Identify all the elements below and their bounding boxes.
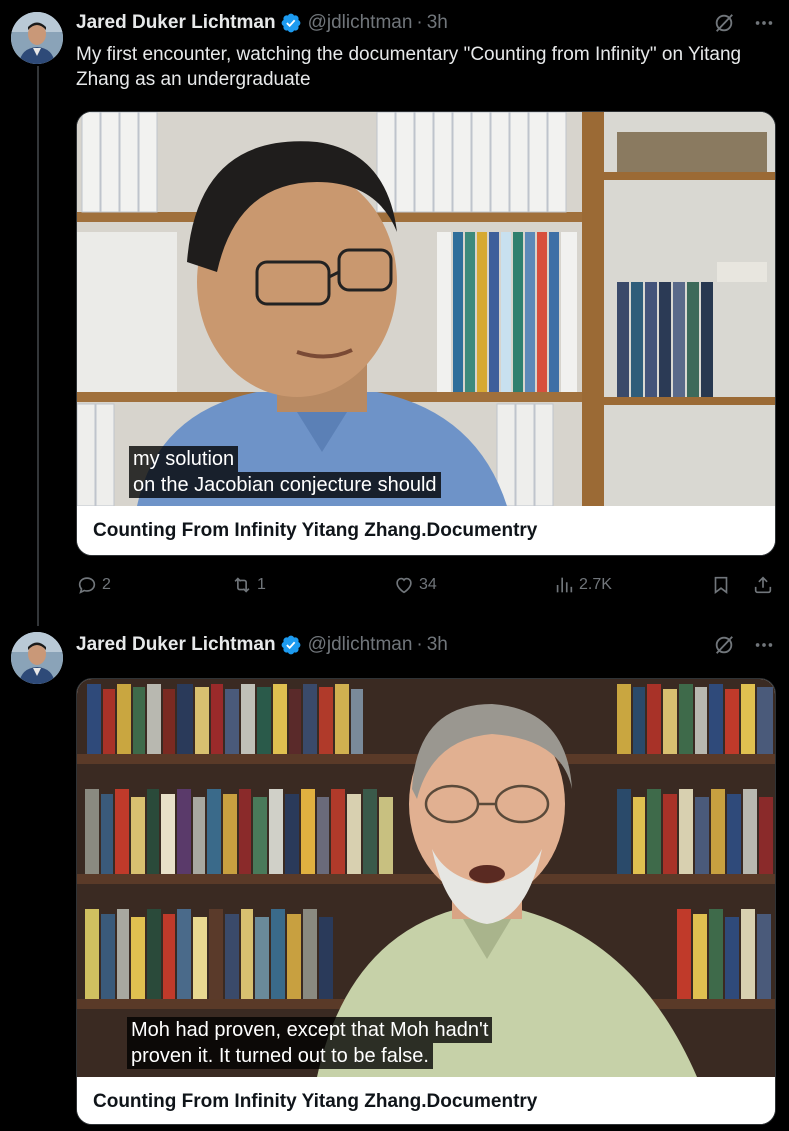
view-count: 2.7K: [579, 576, 612, 593]
card-title[interactable]: Counting From Infinity Yitang Zhang.Docu…: [77, 1077, 775, 1124]
reply-button[interactable]: 2: [76, 574, 111, 596]
like-icon: [396, 577, 412, 594]
author-handle[interactable]: @jdlichtman: [308, 634, 413, 656]
reply-icon: [78, 577, 96, 594]
author-name[interactable]: Jared Duker Lichtman: [76, 12, 276, 34]
more-icon[interactable]: [753, 634, 775, 656]
avatar[interactable]: [11, 632, 63, 684]
video-subtitle-line-2: on the Jacobian conjecture should: [129, 472, 441, 498]
grok-icon[interactable]: [713, 634, 735, 656]
tweet-header: Jared Duker Lichtman @jdlichtman · 3h: [76, 633, 448, 657]
avatar[interactable]: [11, 12, 63, 64]
bookmark-button[interactable]: [710, 574, 732, 596]
video-subtitle-line-1: Moh had proven, except that Moh hadn't: [127, 1017, 493, 1043]
thread-connector-line: [37, 66, 39, 626]
tweet-header-actions: [713, 634, 775, 656]
video-subtitle-line-2: proven it. It turned out to be false.: [127, 1043, 433, 1069]
views-icon: [556, 577, 573, 593]
video-thumbnail[interactable]: Moh had proven, except that Moh hadn't p…: [77, 679, 775, 1077]
timestamp[interactable]: 3h: [427, 12, 448, 34]
link-card[interactable]: Moh had proven, except that Moh hadn't p…: [76, 678, 776, 1125]
repost-count: 1: [257, 576, 266, 593]
video-thumbnail[interactable]: my solution on the Jacobian conjecture s…: [77, 112, 775, 506]
bookmark-icon: [714, 576, 728, 594]
grok-icon[interactable]: [713, 12, 735, 34]
tweet-header-actions: [713, 12, 775, 34]
like-button[interactable]: 34: [393, 574, 437, 596]
tweet-text: My first encounter, watching the documen…: [76, 44, 742, 90]
link-card[interactable]: my solution on the Jacobian conjecture s…: [76, 111, 776, 556]
reply-count: 2: [102, 576, 111, 593]
views-button[interactable]: 2.7K: [553, 574, 612, 596]
verified-icon: [281, 635, 300, 655]
timestamp[interactable]: 3h: [427, 634, 448, 656]
tweet-actions: 2 1 34 2.7K: [76, 574, 776, 602]
author-handle[interactable]: @jdlichtman: [308, 12, 413, 34]
tweet-header: Jared Duker Lichtman @jdlichtman · 3h: [76, 11, 448, 35]
card-title[interactable]: Counting From Infinity Yitang Zhang.Docu…: [77, 506, 775, 555]
like-count: 34: [419, 576, 437, 593]
verified-icon: [281, 13, 300, 33]
video-subtitle-line-1: my solution: [129, 446, 239, 472]
repost-icon: [234, 577, 250, 593]
separator-dot: ·: [416, 12, 423, 33]
more-icon[interactable]: [753, 12, 775, 34]
author-name[interactable]: Jared Duker Lichtman: [76, 634, 276, 656]
repost-button[interactable]: 1: [231, 574, 266, 596]
separator-dot: ·: [416, 634, 423, 655]
share-icon: [754, 576, 772, 594]
share-button[interactable]: [752, 574, 774, 596]
